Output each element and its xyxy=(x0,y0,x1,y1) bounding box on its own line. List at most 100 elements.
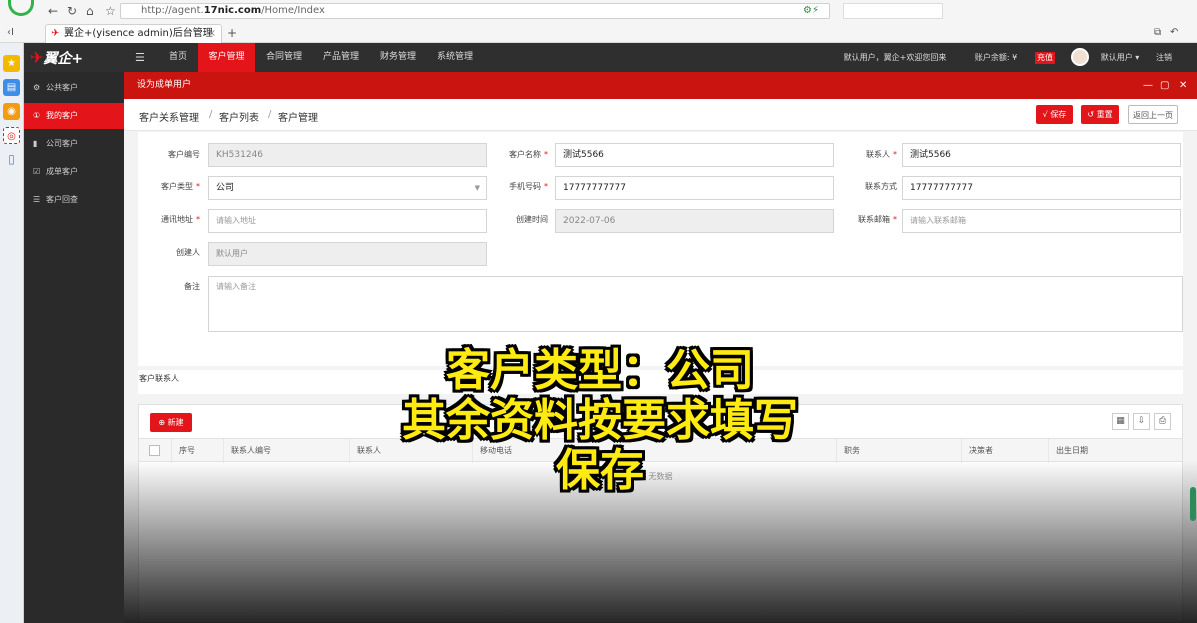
menu-products[interactable]: 产品管理 xyxy=(315,43,367,72)
breadcrumb-crm[interactable]: 客户关系管理 xyxy=(139,109,199,124)
sidebar-item-company[interactable]: ▮ 公司客户 xyxy=(24,131,124,157)
created-label-text: 创建时间 xyxy=(516,215,548,224)
tab-close-icon[interactable]: × xyxy=(208,25,216,42)
breadcrumb-current: 客户管理 xyxy=(278,113,318,124)
method-label: 联系方式 xyxy=(835,176,897,198)
favorites-icon[interactable]: ★ xyxy=(3,55,20,72)
method-label-text: 联系方式 xyxy=(865,182,897,191)
code-label-text: 客户编号 xyxy=(168,150,200,159)
menu-home[interactable]: 首页 xyxy=(159,43,197,72)
public-icon: ⚙ xyxy=(33,83,41,92)
addr-label: 通讯地址 * xyxy=(138,209,200,231)
browser-side-strip: ★ ▤ ◉ ◎ ▯ xyxy=(0,43,24,623)
email-label-text: 联系邮箱 xyxy=(858,215,890,224)
method-field[interactable]: 17777777777 xyxy=(902,176,1181,200)
print-icon[interactable]: ⎙ xyxy=(1154,413,1171,430)
addr-action-icon[interactable]: ⚙⚡ xyxy=(803,4,819,18)
dialog-title: 设为成单用户 xyxy=(137,80,192,90)
phone-field[interactable]: 17777777777 xyxy=(555,176,834,200)
sidebar-toggle-icon[interactable]: ‹I xyxy=(7,26,14,40)
avatar[interactable] xyxy=(1071,48,1089,66)
email-field[interactable]: 请输入联系邮箱 xyxy=(902,209,1181,233)
home-icon[interactable]: ⌂ xyxy=(86,4,94,18)
weibo-icon[interactable]: ◉ xyxy=(3,103,20,120)
undo-icon[interactable]: ↶ xyxy=(1170,26,1178,40)
new-contact-button[interactable]: ⊕ 新建 xyxy=(150,413,192,432)
col-decision-maker: 决策者 xyxy=(961,439,1047,463)
scrollbar[interactable] xyxy=(1190,487,1196,521)
col-birthday: 出生日期 xyxy=(1048,439,1182,463)
logo-text: 翼企+ xyxy=(43,51,84,67)
minimize-icon[interactable]: — xyxy=(1143,72,1153,99)
type-select[interactable]: 公司 ▼ xyxy=(208,176,487,200)
customer-form: 客户编号 KH531246 客户名称 * 测试5566 联系人 * 测试5566 客… xyxy=(138,132,1183,366)
star-icon[interactable]: ☆ xyxy=(105,4,116,18)
recharge-button[interactable]: 充值 xyxy=(1035,52,1055,64)
address-bar[interactable]: http://agent.17nic.com/Home/Index xyxy=(120,3,830,19)
breadcrumb-sep: / xyxy=(209,109,213,120)
contact-label-text: 联系人 xyxy=(866,150,890,159)
select-all-checkbox[interactable] xyxy=(139,439,169,463)
menu-customers[interactable]: 客户管理 xyxy=(198,43,255,72)
back-icon[interactable]: ← xyxy=(48,4,58,18)
sidebar: ⚙ 公共客户 ① 我的客户 ▮ 公司客户 ☑ 成单客户 ☰ 客户回查 xyxy=(24,72,124,623)
contact-label: 联系人 * xyxy=(835,144,897,166)
name-field[interactable]: 测试5566 xyxy=(555,143,834,167)
logout-link[interactable]: 注销 xyxy=(1149,43,1179,72)
save-button[interactable]: √ 保存 xyxy=(1036,105,1073,124)
type-label-text: 客户类型 xyxy=(161,182,193,191)
breadcrumb: 客户关系管理 / 客户列表 / 客户管理 √ 保存 ↺ 重置 返回上一页 xyxy=(124,99,1197,131)
sidebar-item-mine[interactable]: ① 我的客户 xyxy=(24,103,124,129)
contact-field[interactable]: 测试5566 xyxy=(902,143,1181,167)
columns-icon[interactable]: ▦ xyxy=(1112,413,1129,430)
window-restore-icon[interactable]: ⧉ xyxy=(1154,26,1161,40)
export-icon[interactable]: ⇩ xyxy=(1133,413,1150,430)
new-tab-icon[interactable]: + xyxy=(227,26,237,40)
required-mark: * xyxy=(893,150,897,159)
sidebar-item-public[interactable]: ⚙ 公共客户 xyxy=(24,75,124,101)
close-icon[interactable]: ✕ xyxy=(1179,72,1187,99)
tab-admin[interactable]: ✈ 翼企+(yisence admin)后台管理 × xyxy=(45,24,222,43)
addr-label-text: 通讯地址 xyxy=(161,215,193,224)
required-mark: * xyxy=(544,150,548,159)
search-box[interactable] xyxy=(843,3,943,19)
user-menu[interactable]: 默认用户 ▾ xyxy=(1096,43,1144,72)
menu-toggle-icon[interactable]: ☰ xyxy=(135,51,145,64)
menu-finance[interactable]: 财务管理 xyxy=(372,43,424,72)
chevron-down-icon: ▼ xyxy=(474,184,480,192)
phone-label: 手机号码 * xyxy=(486,176,548,198)
video-caption: 客户类型：公司 其余资料按要求填写 保存 xyxy=(330,346,870,496)
doc-icon[interactable]: ▯ xyxy=(3,151,20,168)
logo-mark-icon: ✈ xyxy=(30,48,44,67)
browser-logo-icon xyxy=(8,0,34,16)
maximize-icon[interactable]: ▢ xyxy=(1160,72,1169,99)
tab-favicon-icon: ✈ xyxy=(51,28,60,39)
caption-line-1: 客户类型：公司 xyxy=(446,345,754,396)
note-textarea[interactable]: 请输入备注 xyxy=(208,276,1183,332)
apps-icon[interactable]: ▤ xyxy=(3,79,20,96)
breadcrumb-list[interactable]: 客户列表 xyxy=(219,109,259,124)
creator-label-text: 创建人 xyxy=(176,248,200,257)
browser-toolbar: ← ↻ ⌂ ☆ http://agent.17nic.com/Home/Inde… xyxy=(0,0,1197,43)
mine-icon: ① xyxy=(33,111,41,120)
menu-contracts[interactable]: 合同管理 xyxy=(258,43,310,72)
back-button[interactable]: 返回上一页 xyxy=(1128,105,1178,124)
sidebar-item-deals[interactable]: ☑ 成单客户 xyxy=(24,159,124,185)
target-icon[interactable]: ◎ xyxy=(3,127,20,144)
address-field[interactable]: 请输入地址 xyxy=(208,209,487,233)
required-mark: * xyxy=(196,182,200,191)
type-label: 客户类型 * xyxy=(138,176,200,198)
app-logo[interactable]: ✈翼企+ xyxy=(30,43,83,72)
caption-line-3: 保存 xyxy=(556,445,644,496)
reset-button[interactable]: ↺ 重置 xyxy=(1081,105,1119,124)
balance-text: 账户余额: ¥ 1733.06 xyxy=(974,53,1018,91)
email-label: 联系邮箱 * xyxy=(835,209,897,231)
note-label: 备注 xyxy=(138,276,200,298)
menu-system[interactable]: 系统管理 xyxy=(429,43,481,72)
app-topbar: ✈翼企+ ☰ 首页 客户管理 合同管理 产品管理 财务管理 系统管理 默认用户，… xyxy=(24,43,1197,91)
required-mark: * xyxy=(196,215,200,224)
refresh-icon[interactable]: ↻ xyxy=(67,4,77,18)
sidebar-item-review[interactable]: ☰ 客户回查 xyxy=(24,187,124,213)
col-index: 序号 xyxy=(171,439,221,463)
breadcrumb-sep: / xyxy=(268,109,272,120)
